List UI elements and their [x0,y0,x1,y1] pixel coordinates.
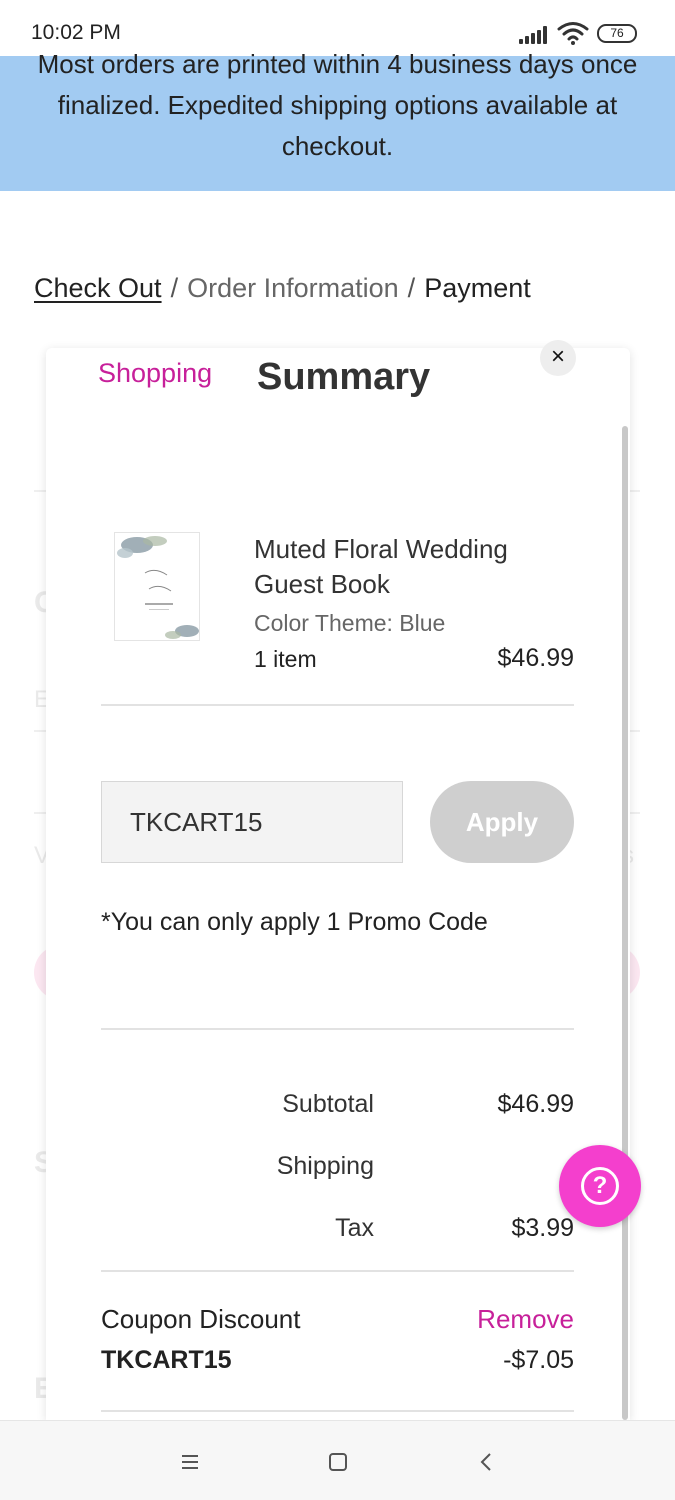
signal-icon [519,24,551,44]
home-icon[interactable] [321,1445,355,1479]
tax-value: $3.99 [511,1214,574,1242]
product-quantity: 1 item [254,646,317,672]
product-name: Muted Floral Wedding Guest Book [254,534,508,599]
help-button[interactable]: ? [559,1145,641,1227]
close-icon: × [550,343,565,370]
wifi-icon [557,22,589,45]
coupon-label: Coupon Discount [101,1304,301,1334]
product-variant: Color Theme: Blue [254,610,446,636]
remove-coupon-link[interactable]: Remove [446,1304,574,1335]
shipping-value: - [446,1152,574,1181]
divider [101,1270,574,1272]
system-nav-bar [0,1420,675,1500]
modal-scrollbar[interactable] [622,426,628,1420]
breadcrumb: Check Out / Order Information / Payment [34,270,531,306]
status-time: 10:02 PM [31,21,121,44]
close-button[interactable]: × [540,340,576,376]
breadcrumb-payment: Payment [424,273,531,303]
shipping-label: Shipping [276,1152,374,1180]
modal-header: Shopping Summary × [46,340,630,428]
tax-label: Tax [335,1214,374,1242]
breadcrumb-checkout-link[interactable]: Check Out [34,273,162,303]
breadcrumb-separator: / [407,273,416,303]
promo-code-input[interactable] [101,781,403,863]
product-image [115,533,199,640]
divider [101,704,574,706]
divider [101,1028,574,1030]
subtotal-label: Subtotal [282,1090,374,1118]
shopping-summary-modal: Shopping Summary × Muted Floral Wedding … [46,340,630,1420]
divider [101,1410,574,1412]
breadcrumb-order-information: Order Information [187,273,399,303]
modal-title: Summary [257,356,431,398]
breadcrumb-separator: / [170,273,179,303]
product-thumbnail [114,532,200,641]
coupon-code: TKCART15 [101,1346,232,1374]
subtotal-value: $46.99 [497,1090,574,1118]
apply-button[interactable]: Apply [430,781,574,863]
shipping-banner: Most orders are printed within 4 busines… [0,49,675,191]
promo-note: *You can only apply 1 Promo Code [101,908,488,936]
back-icon[interactable] [470,1445,504,1479]
help-icon: ? [581,1167,619,1205]
modal-title-prefix: Shopping [98,358,213,388]
battery-icon: 76 [597,24,637,43]
banner-text: Most orders are printed within 4 busines… [37,49,638,161]
coupon-amount: -$7.05 [503,1346,574,1374]
product-price: $46.99 [497,644,574,672]
menu-icon[interactable] [173,1445,207,1479]
